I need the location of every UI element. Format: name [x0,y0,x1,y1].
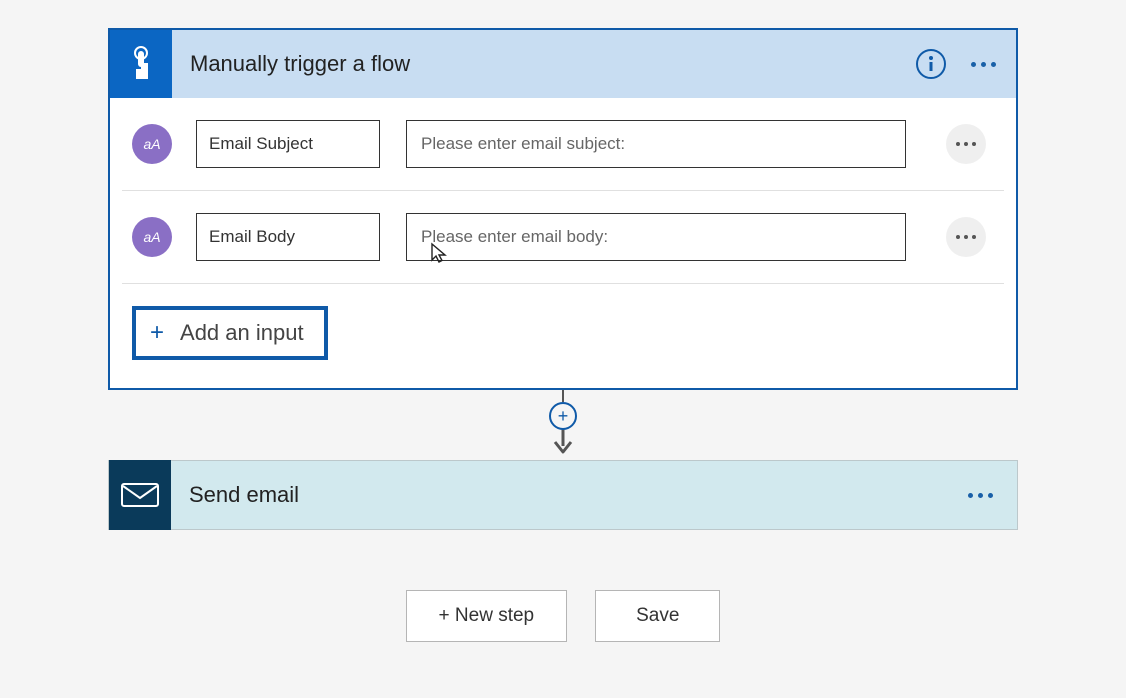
trigger-more-menu[interactable] [968,49,998,79]
footer-buttons: + New step Save [108,590,1018,642]
text-type-icon: aA [132,124,172,164]
plus-icon: + [150,321,164,345]
action-card[interactable]: Send email [108,460,1018,530]
add-input-label: Add an input [180,320,304,346]
new-step-button[interactable]: + New step [406,590,568,642]
action-title: Send email [171,482,299,508]
flow-designer-canvas: Manually trigger a flow aA [0,0,1126,698]
arrow-down-icon [552,428,574,454]
envelope-icon [109,460,171,530]
trigger-title: Manually trigger a flow [172,51,410,77]
trigger-body: aA aA + Add an input [110,98,1016,388]
save-button[interactable]: Save [595,590,720,642]
info-icon[interactable] [916,49,946,79]
pointer-tap-icon [110,30,172,98]
trigger-header[interactable]: Manually trigger a flow [110,30,1016,98]
input-prompt-field[interactable] [406,120,906,168]
input-row: aA [122,98,1004,191]
input-name-field[interactable] [196,120,380,168]
input-row: aA [122,191,1004,284]
input-row-menu[interactable] [946,217,986,257]
input-row-menu[interactable] [946,124,986,164]
insert-step-button[interactable]: + [549,402,577,430]
text-type-icon: aA [132,217,172,257]
action-more-menu[interactable] [968,493,993,498]
input-name-field[interactable] [196,213,380,261]
add-input-button[interactable]: + Add an input [132,306,328,360]
input-prompt-field[interactable] [406,213,906,261]
trigger-card: Manually trigger a flow aA [108,28,1018,390]
connector: + [108,390,1018,460]
